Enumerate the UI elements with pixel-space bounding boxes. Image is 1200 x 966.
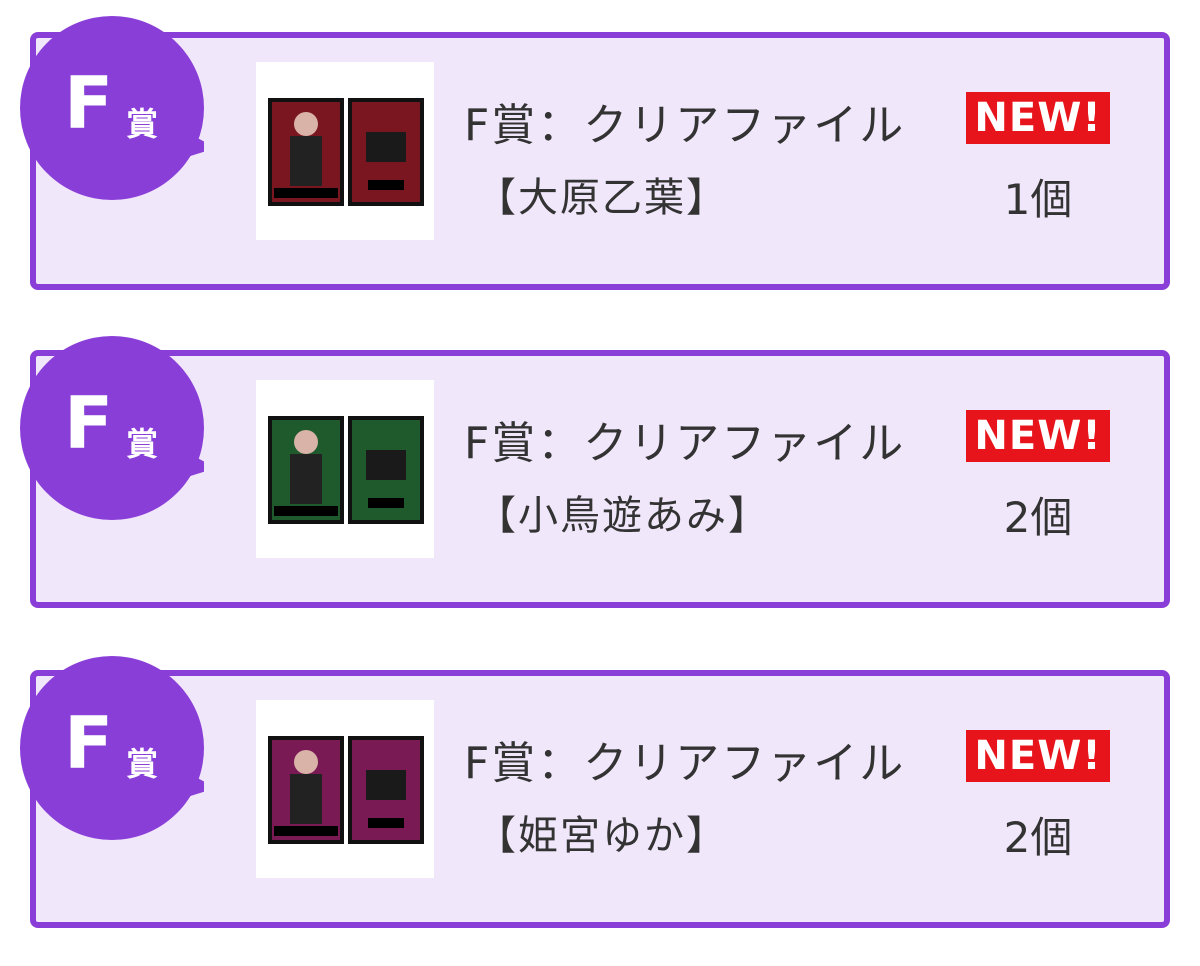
prize-rank-badge: F 賞 bbox=[20, 336, 204, 520]
member-name: 【小鳥遊あみ】 bbox=[476, 493, 770, 539]
rank-suffix: 賞 bbox=[126, 425, 159, 463]
clear-file-thumbnail[interactable] bbox=[256, 700, 434, 878]
clear-file-thumbnail[interactable] bbox=[256, 62, 434, 240]
new-badge: NEW! bbox=[966, 410, 1110, 462]
member-name: 【大原乙葉】 bbox=[476, 175, 728, 221]
clear-file-image bbox=[268, 736, 424, 844]
new-badge: NEW! bbox=[966, 92, 1110, 144]
rank-letter: F bbox=[64, 61, 114, 145]
quantity-count: 2個 bbox=[1003, 813, 1073, 862]
member-name: 【姫宮ゆか】 bbox=[476, 813, 728, 859]
rank-suffix: 賞 bbox=[126, 745, 159, 783]
prize-rank-badge: F 賞 bbox=[20, 16, 204, 200]
new-badge: NEW! bbox=[966, 730, 1110, 782]
quantity-count: 2個 bbox=[1003, 493, 1073, 542]
prize-title: F賞：クリアファイル bbox=[464, 100, 906, 151]
prize-rank-badge: F 賞 bbox=[20, 656, 204, 840]
prize-list: F賞：クリアファイル 【大原乙葉】 NEW! 1個 F賞：クリアファイル 【小鳥… bbox=[0, 0, 1200, 966]
rank-suffix: 賞 bbox=[126, 105, 159, 143]
rank-letter: F bbox=[64, 381, 114, 465]
prize-title: F賞：クリアファイル bbox=[464, 418, 906, 469]
rank-letter: F bbox=[64, 701, 114, 785]
clear-file-thumbnail[interactable] bbox=[256, 380, 434, 558]
clear-file-image bbox=[268, 416, 424, 524]
clear-file-image bbox=[268, 98, 424, 206]
prize-title: F賞：クリアファイル bbox=[464, 738, 906, 789]
quantity-count: 1個 bbox=[1003, 175, 1073, 224]
